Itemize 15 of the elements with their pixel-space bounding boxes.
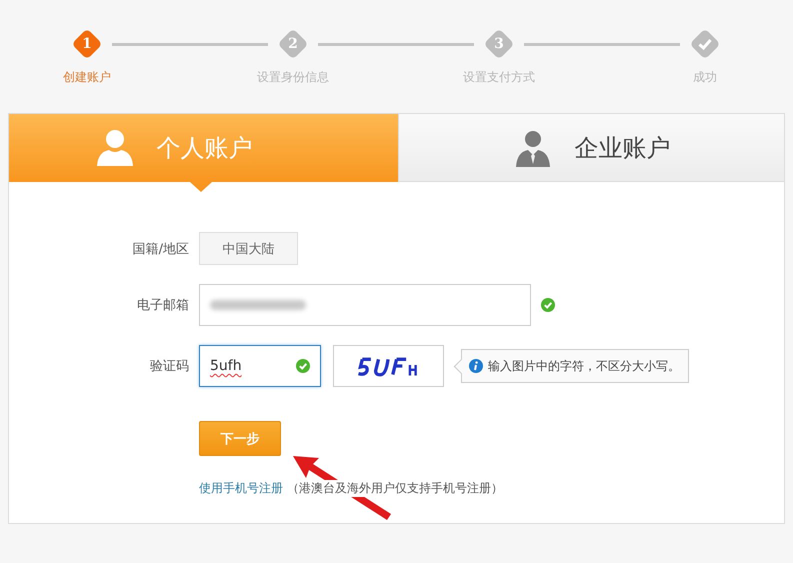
step-number: 1 [71, 28, 103, 60]
hint-text: 输入图片中的字符，不区分大小写。 [488, 358, 680, 374]
step-number: 2 [277, 28, 309, 60]
step-label: 设置支付方式 [463, 69, 535, 86]
phone-register-link[interactable]: 使用手机号注册 [199, 480, 283, 497]
step-label: 创建账户 [63, 69, 111, 86]
field-label: 国籍/地区 [132, 240, 189, 258]
field-label: 电子邮箱 [137, 297, 189, 314]
field-label: 验证码 [150, 358, 189, 375]
captcha-field[interactable]: 5ufh [199, 345, 321, 387]
step-number: 3 [483, 28, 515, 60]
step-label: 成功 [693, 69, 717, 86]
country-select[interactable]: 中国大陆 [199, 232, 298, 265]
account-tab[interactable]: 企业账户 [398, 114, 784, 182]
step-label: 设置身份信息 [257, 69, 329, 86]
